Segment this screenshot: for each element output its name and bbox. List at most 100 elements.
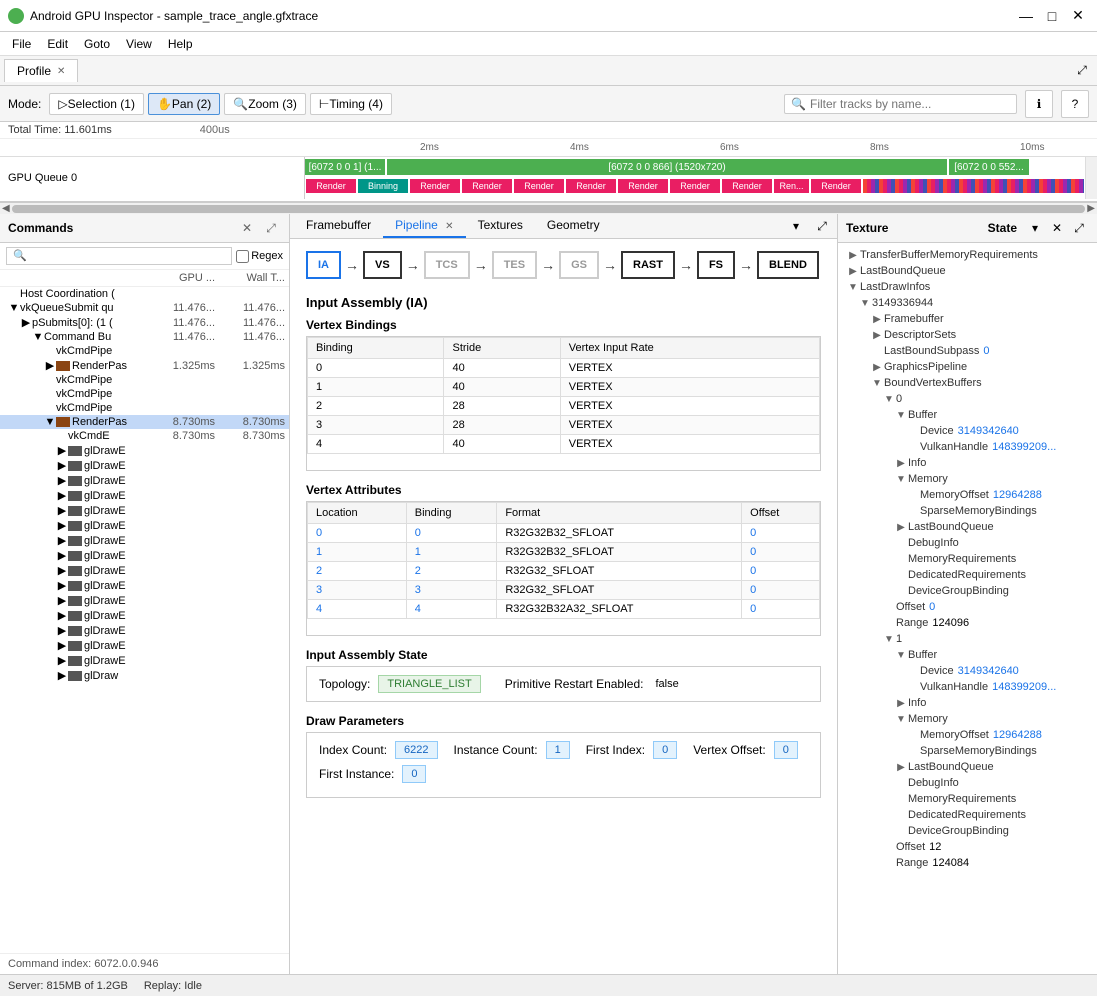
tree-bvb-1[interactable]: ▼1: [838, 631, 1097, 647]
cmd-row-gldraw-15[interactable]: ▶glDrawE: [0, 653, 289, 668]
vb-row-3[interactable]: 328VERTEX: [308, 416, 820, 435]
tree-memory-req-0[interactable]: MemoryRequirements: [838, 551, 1097, 567]
state-close[interactable]: ✕: [1047, 218, 1067, 238]
tree-3149336944[interactable]: ▼3149336944: [838, 295, 1097, 311]
cmd-row-gldraw-13[interactable]: ▶glDrawE: [0, 623, 289, 638]
tree-last-bound-subpass[interactable]: LastBoundSubpass0: [838, 343, 1097, 359]
search-input[interactable]: [810, 97, 1010, 111]
cmd-row-host-coordination[interactable]: Host Coordination (: [0, 287, 289, 301]
regex-checkbox-label[interactable]: Regex: [236, 250, 283, 263]
track-bar-3[interactable]: [6072 0 0 552...: [949, 159, 1029, 175]
maximize-button[interactable]: □: [1041, 5, 1063, 27]
cmd-row-gldraw-8[interactable]: ▶glDrawE: [0, 548, 289, 563]
tree-dedicated-req-1[interactable]: DedicatedRequirements: [838, 807, 1097, 823]
tree-sparse-memory-0[interactable]: SparseMemoryBindings: [838, 503, 1097, 519]
tree-buffer-1[interactable]: ▼Buffer: [838, 647, 1097, 663]
regex-checkbox[interactable]: [236, 250, 249, 263]
tree-memory-0[interactable]: ▼Memory: [838, 471, 1097, 487]
cmd-row-gldraw-9[interactable]: ▶glDrawE: [0, 563, 289, 578]
tree-device-1[interactable]: Device3149342640: [838, 663, 1097, 679]
tree-bound-vertex-buffers[interactable]: ▼BoundVertexBuffers: [838, 375, 1097, 391]
tree-memory-offset-1[interactable]: MemoryOffset12964288: [838, 727, 1097, 743]
center-tab-dropdown[interactable]: ▾: [785, 215, 807, 237]
tree-memory-req-1[interactable]: MemoryRequirements: [838, 791, 1097, 807]
tree-debug-info-1[interactable]: DebugInfo: [838, 775, 1097, 791]
cmd-row-gldraw-1[interactable]: ▶glDrawE: [0, 443, 289, 458]
tree-descriptor-sets[interactable]: ▶DescriptorSets: [838, 327, 1097, 343]
cmd-row-command-buffer[interactable]: ▼ Command Bu 11.476... 11.476...: [0, 330, 289, 344]
tree-vulkan-handle-1[interactable]: VulkanHandle148399209...: [838, 679, 1097, 695]
cmd-row-vkcmdpipe-3[interactable]: vkCmdPipe: [0, 387, 289, 401]
cmd-row-psubmits[interactable]: ▶ pSubmits[0]: (1 ( 11.476... 11.476...: [0, 315, 289, 330]
expand-icon-3[interactable]: ▼: [32, 331, 44, 343]
expand-icon-2[interactable]: ▶: [20, 316, 32, 329]
cmd-row-gldraw-12[interactable]: ▶glDrawE: [0, 608, 289, 623]
state-chevron[interactable]: ▾: [1025, 218, 1045, 238]
pipeline-stage-gs[interactable]: GS: [559, 251, 599, 279]
tree-device-group-1[interactable]: DeviceGroupBinding: [838, 823, 1097, 839]
cmd-row-renderpass-1[interactable]: ▶ RenderPas 1.325ms 1.325ms: [0, 358, 289, 373]
va-row-2[interactable]: 22R32G32_SFLOAT0: [308, 562, 820, 581]
profile-tab-close[interactable]: ✕: [57, 66, 65, 77]
tree-info-1[interactable]: ▶Info: [838, 695, 1097, 711]
timeline-scrollbar[interactable]: [1085, 157, 1097, 199]
vb-row-0[interactable]: 040VERTEX: [308, 359, 820, 378]
commands-expand-button[interactable]: ⤢: [261, 218, 281, 238]
info-button[interactable]: ℹ: [1025, 90, 1053, 118]
cmd-row-gldraw-11[interactable]: ▶glDrawE: [0, 593, 289, 608]
hscroll-left-arrow[interactable]: ◀: [2, 203, 10, 214]
tree-vulkan-handle-0[interactable]: VulkanHandle148399209...: [838, 439, 1097, 455]
hscroll-right-arrow[interactable]: ▶: [1087, 203, 1095, 214]
close-button[interactable]: ✕: [1067, 5, 1089, 27]
track-filter-search[interactable]: 🔍: [784, 94, 1017, 114]
cmd-row-renderpass-2[interactable]: ▼ RenderPas 8.730ms 8.730ms: [0, 415, 289, 429]
pipeline-stage-vs[interactable]: VS: [363, 251, 402, 279]
minimize-button[interactable]: —: [1015, 5, 1037, 27]
cmd-row-gldraw-5[interactable]: ▶glDrawE: [0, 503, 289, 518]
va-row-4[interactable]: 44R32G32B32A32_SFLOAT0: [308, 600, 820, 619]
tree-offset-0[interactable]: Offset0: [838, 599, 1097, 615]
tree-debug-info-0[interactable]: DebugInfo: [838, 535, 1097, 551]
tab-pipeline[interactable]: Pipeline ✕: [383, 214, 465, 238]
cmd-row-vkcmdpipe-4[interactable]: vkCmdPipe: [0, 401, 289, 415]
cmd-row-gldraw-2[interactable]: ▶glDrawE: [0, 458, 289, 473]
commands-close-button[interactable]: ✕: [237, 218, 257, 238]
tab-maximize-button[interactable]: ⤢: [1071, 60, 1093, 82]
tree-buffer-0[interactable]: ▼Buffer: [838, 407, 1097, 423]
tree-last-bound-queue-1[interactable]: ▶LastBoundQueue: [838, 759, 1097, 775]
tab-framebuffer[interactable]: Framebuffer: [294, 214, 383, 238]
cmd-row-gldraw-3[interactable]: ▶glDrawE: [0, 473, 289, 488]
pipeline-stage-blend[interactable]: BLEND: [757, 251, 819, 279]
help-button[interactable]: ?: [1061, 90, 1089, 118]
tree-framebuffer[interactable]: ▶Framebuffer: [838, 311, 1097, 327]
vertex-attributes-scroll[interactable]: Location Binding Format Offset 00R32G32B…: [307, 502, 820, 635]
tab-textures[interactable]: Textures: [466, 214, 535, 238]
tree-device-group-0[interactable]: DeviceGroupBinding: [838, 583, 1097, 599]
expand-icon-5[interactable]: ▶: [44, 359, 56, 372]
tree-offset-1[interactable]: Offset12: [838, 839, 1097, 855]
tree-range-1[interactable]: Range124084: [838, 855, 1097, 871]
expand-icon-9[interactable]: ▼: [44, 416, 56, 428]
track-content[interactable]: [6072 0 0 1] (1... [6072 0 0 866] (1520x…: [305, 157, 1085, 199]
vb-row-4[interactable]: 440VERTEX: [308, 435, 820, 454]
tree-last-bound-queue[interactable]: ▶LastBoundQueue: [838, 263, 1097, 279]
tree-dedicated-req-0[interactable]: DedicatedRequirements: [838, 567, 1097, 583]
cmd-row-gldraw-6[interactable]: ▶glDrawE: [0, 518, 289, 533]
vb-row-2[interactable]: 228VERTEX: [308, 397, 820, 416]
tree-info-0[interactable]: ▶Info: [838, 455, 1097, 471]
pipeline-stage-fs[interactable]: FS: [697, 251, 735, 279]
cmd-row-gldraw-7[interactable]: ▶glDrawE: [0, 533, 289, 548]
timing-button[interactable]: ⊢ Timing (4): [310, 93, 392, 115]
vb-row-1[interactable]: 140VERTEX: [308, 378, 820, 397]
pipeline-stage-ia[interactable]: IA: [306, 251, 341, 279]
pipeline-stage-rast[interactable]: RAST: [621, 251, 675, 279]
tree-device-0[interactable]: Device3149342640: [838, 423, 1097, 439]
tab-geometry[interactable]: Geometry: [535, 214, 612, 238]
timeline-hscroll[interactable]: ◀ ▶: [0, 202, 1097, 214]
menu-view[interactable]: View: [118, 35, 160, 53]
tree-transfer-buffer[interactable]: ▶TransferBufferMemoryRequirements: [838, 247, 1097, 263]
va-row-0[interactable]: 00R32G32B32_SFLOAT0: [308, 524, 820, 543]
profile-tab[interactable]: Profile ✕: [4, 59, 78, 82]
selection-button[interactable]: ▷ Selection (1): [49, 93, 144, 115]
tree-last-bound-queue-0[interactable]: ▶LastBoundQueue: [838, 519, 1097, 535]
